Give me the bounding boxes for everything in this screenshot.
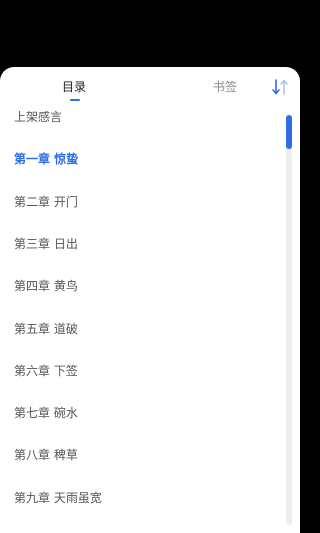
tab-table-of-contents[interactable]: 目录 <box>62 79 86 95</box>
chapter-list-item[interactable]: 第三章 日出 <box>14 236 78 252</box>
chapter-list-item[interactable]: 第九章 天雨虽宽 <box>14 490 102 506</box>
tab-bookmarks[interactable]: 书签 <box>213 79 237 95</box>
scrollbar-thumb[interactable] <box>286 115 292 149</box>
active-tab-indicator <box>70 99 80 101</box>
scrollbar-track[interactable] <box>286 115 292 525</box>
chapter-list-item[interactable]: 第五章 道破 <box>14 321 78 337</box>
chapter-list-item[interactable]: 第一章 惊蛰 <box>14 151 78 167</box>
chapter-list: 上架感言第一章 惊蛰 第二章 开门 第三章 日出 第四章 黄鸟 第五章 道破 第六章 下签… <box>0 107 280 533</box>
chapter-list-item[interactable]: 第八章 稗草 <box>14 447 78 463</box>
screen: 目录 书签 上架感言第一章 惊蛰 第二章 开门 第三章 日出 第四章 黄鸟 第五章 道破… <box>0 0 300 533</box>
chapter-list-item[interactable]: 第六章 下签 <box>14 363 78 379</box>
sort-order-button[interactable] <box>269 76 291 98</box>
sort-order-icon <box>272 79 288 95</box>
chapter-list-item[interactable]: 上架感言 <box>14 109 62 125</box>
chapter-list-item[interactable]: 第四章 黄鸟 <box>14 278 78 294</box>
chapter-list-item[interactable]: 第二章 开门 <box>14 194 78 210</box>
chapter-list-item[interactable]: 第七章 碗水 <box>14 405 78 421</box>
table-of-contents-sheet: 目录 书签 上架感言第一章 惊蛰 第二章 开门 第三章 日出 第四章 黄鸟 第五章 道破… <box>0 67 300 533</box>
tab-bar: 目录 书签 <box>0 67 300 107</box>
